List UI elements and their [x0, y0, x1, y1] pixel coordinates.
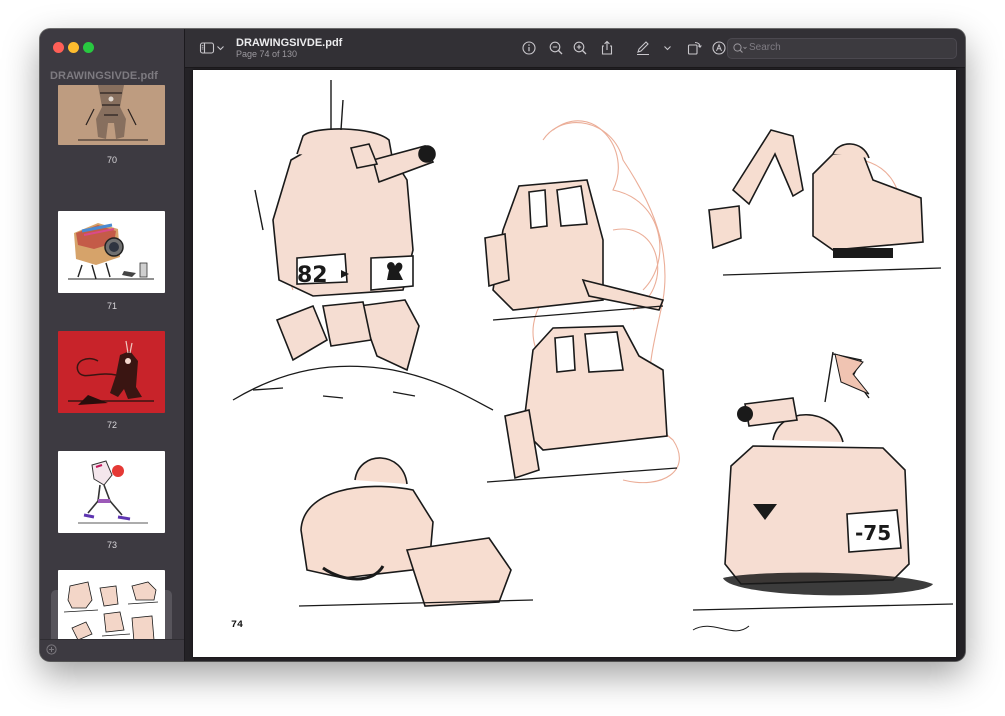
sidebar-document-title: DRAWINGSIVDE.pdf	[50, 70, 158, 82]
sidebar: DRAWINGSIVDE.pdf 70 71 72 73	[40, 29, 185, 661]
add-page-icon[interactable]	[46, 644, 57, 655]
page-number: 74	[231, 620, 244, 631]
document-view[interactable]: 82 -75 74	[185, 68, 965, 661]
rotate-icon[interactable]	[686, 40, 702, 56]
minimize-window-button[interactable]	[68, 42, 79, 53]
thumbnail-label: 70	[106, 155, 117, 165]
thumbnail-label: 71	[106, 301, 117, 311]
thumbnail-list[interactable]: 70 71 72 73	[40, 85, 184, 639]
thumbnail-page-70[interactable]	[58, 85, 165, 145]
pdf-page: 82 -75 74	[193, 70, 956, 657]
vehicle-number-label-82: 82	[297, 263, 328, 288]
sidebar-toggle-icon[interactable]	[199, 40, 215, 56]
markup-pen-icon[interactable]	[635, 40, 651, 56]
thumbnail-label: 72	[106, 420, 117, 430]
preview-window: DRAWINGSIVDE.pdf 70 71 72 73 DRAWINGSIVD…	[40, 29, 965, 661]
thumbnail-page-74[interactable]	[58, 570, 165, 639]
chevron-down-icon[interactable]	[216, 40, 225, 56]
thumbnail-label: 73	[106, 540, 117, 550]
thumbnail-page-73[interactable]	[58, 451, 165, 533]
annotate-icon[interactable]	[711, 40, 727, 56]
zoom-in-icon[interactable]	[572, 40, 588, 56]
chevron-down-icon[interactable]	[663, 40, 672, 56]
document-title: DRAWINGSIVDE.pdf	[236, 37, 343, 49]
toolbar: DRAWINGSIVDE.pdf Page 74 of 130	[185, 29, 965, 68]
search-field[interactable]	[727, 38, 957, 59]
sketch-artwork: 82 -75	[232, 80, 954, 632]
info-icon[interactable]	[521, 40, 537, 56]
close-window-button[interactable]	[53, 42, 64, 53]
page-indicator: Page 74 of 130	[236, 49, 298, 59]
thumbnail-page-72[interactable]	[58, 331, 165, 413]
vehicle-number-label-75: -75	[855, 521, 891, 545]
search-input[interactable]	[749, 40, 949, 55]
zoom-window-button[interactable]	[83, 42, 94, 53]
zoom-out-icon[interactable]	[548, 40, 564, 56]
share-icon[interactable]	[599, 40, 615, 56]
thumbnail-page-71[interactable]	[58, 211, 165, 293]
search-icon	[733, 43, 747, 53]
sidebar-footer	[40, 639, 184, 661]
